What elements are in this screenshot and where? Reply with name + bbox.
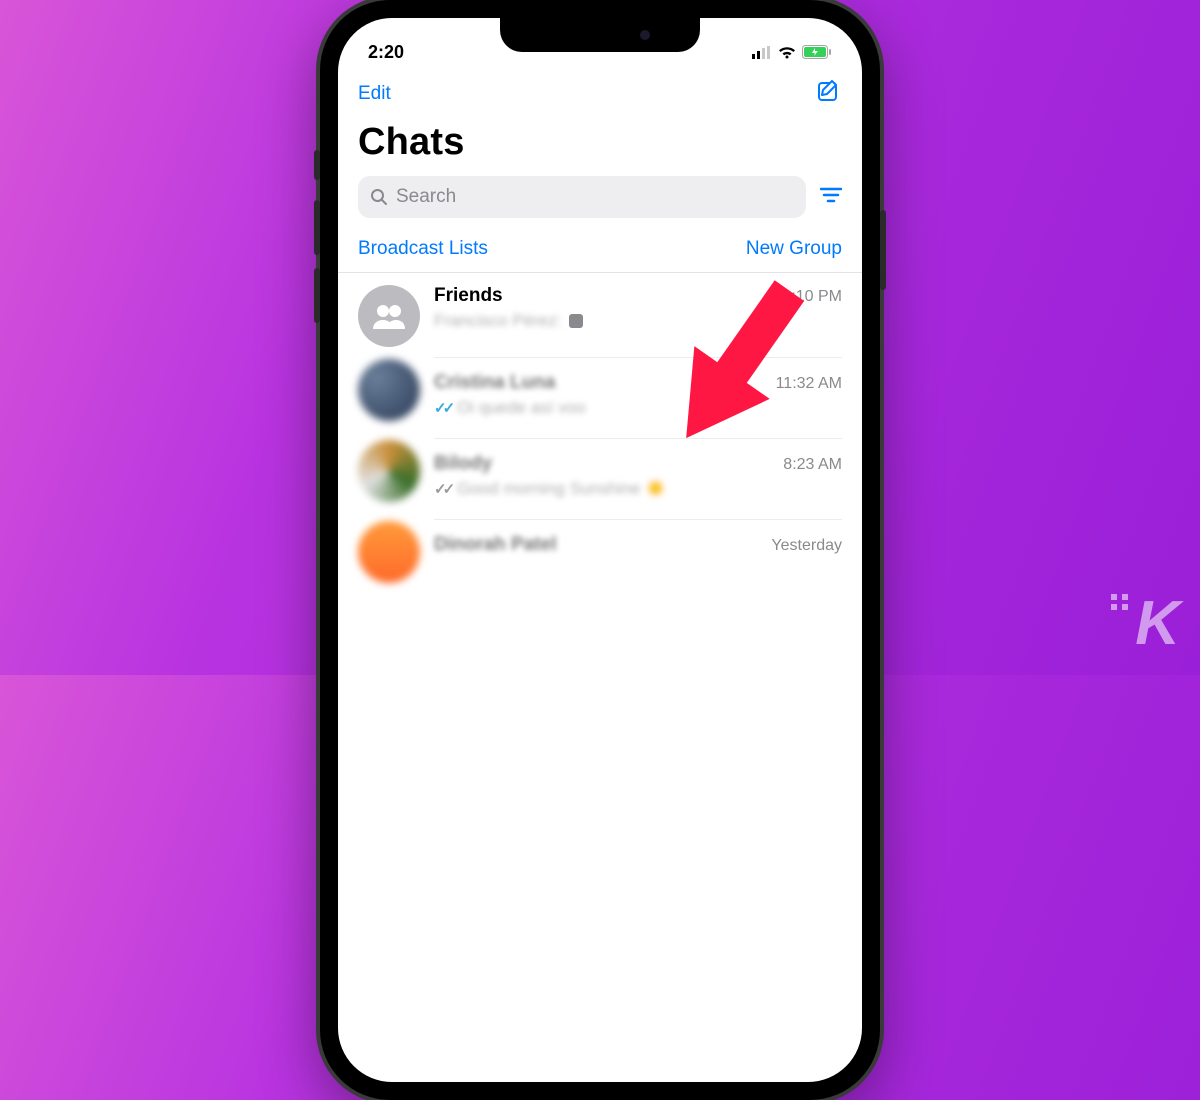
chat-name: Dinorah Patel bbox=[434, 534, 556, 556]
chat-list: Friends 12:10 PM Francisco Pérez: Cristi… bbox=[338, 273, 862, 595]
mute-switch bbox=[314, 150, 320, 180]
phone-frame: 2:20 Edit Chats Search Broadcast bbox=[320, 0, 880, 1100]
chat-time: 12:10 PM bbox=[774, 288, 842, 306]
volume-up-button bbox=[314, 200, 320, 255]
page-title: Chats bbox=[338, 115, 862, 176]
chat-row[interactable]: Cristina Luna 11:32 AM ✓✓ Oi quede así v… bbox=[338, 359, 862, 440]
group-icon bbox=[369, 301, 409, 331]
notch bbox=[500, 18, 700, 52]
wifi-icon bbox=[778, 46, 796, 59]
read-receipt-icon: ✓✓ bbox=[434, 399, 451, 417]
search-placeholder: Search bbox=[396, 186, 456, 208]
broadcast-lists-link[interactable]: Broadcast Lists bbox=[358, 238, 488, 260]
chat-preview: Oi quede así voo bbox=[457, 398, 586, 418]
chat-time: 8:23 AM bbox=[783, 456, 842, 474]
avatar bbox=[358, 359, 420, 421]
chat-time: 11:32 AM bbox=[776, 375, 842, 393]
chat-time: Yesterday bbox=[771, 537, 842, 555]
chat-row[interactable]: Bilody 8:23 AM ✓✓ Good morning Sunshine … bbox=[338, 440, 862, 521]
chat-name: Friends bbox=[434, 285, 503, 307]
avatar bbox=[358, 521, 420, 583]
chat-row[interactable]: Friends 12:10 PM Francisco Pérez: bbox=[338, 273, 862, 359]
filter-button[interactable] bbox=[820, 186, 842, 209]
search-input[interactable]: Search bbox=[358, 176, 806, 218]
chat-name: Cristina Luna bbox=[434, 372, 555, 394]
compose-button[interactable] bbox=[816, 78, 842, 109]
compose-icon bbox=[816, 78, 842, 104]
sticker-icon bbox=[568, 313, 584, 329]
edit-button[interactable]: Edit bbox=[358, 83, 391, 105]
screen: 2:20 Edit Chats Search Broadcast bbox=[338, 18, 862, 1082]
new-group-link[interactable]: New Group bbox=[746, 238, 842, 260]
watermark-logo: K bbox=[1135, 588, 1178, 659]
filter-icon bbox=[820, 186, 842, 204]
delivered-receipt-icon: ✓✓ bbox=[434, 480, 451, 498]
chat-preview: Francisco Pérez: bbox=[434, 311, 562, 331]
chat-row[interactable]: Dinorah Patel Yesterday bbox=[338, 521, 862, 595]
avatar bbox=[358, 440, 420, 502]
chat-preview: Good morning Sunshine ☀️ bbox=[457, 479, 666, 499]
volume-down-button bbox=[314, 268, 320, 323]
search-icon bbox=[370, 188, 388, 206]
cellular-icon bbox=[752, 46, 772, 59]
status-time: 2:20 bbox=[368, 42, 404, 63]
power-button bbox=[880, 210, 886, 290]
chat-name: Bilody bbox=[434, 453, 492, 475]
avatar-group bbox=[358, 285, 420, 347]
battery-charging-icon bbox=[802, 45, 832, 59]
